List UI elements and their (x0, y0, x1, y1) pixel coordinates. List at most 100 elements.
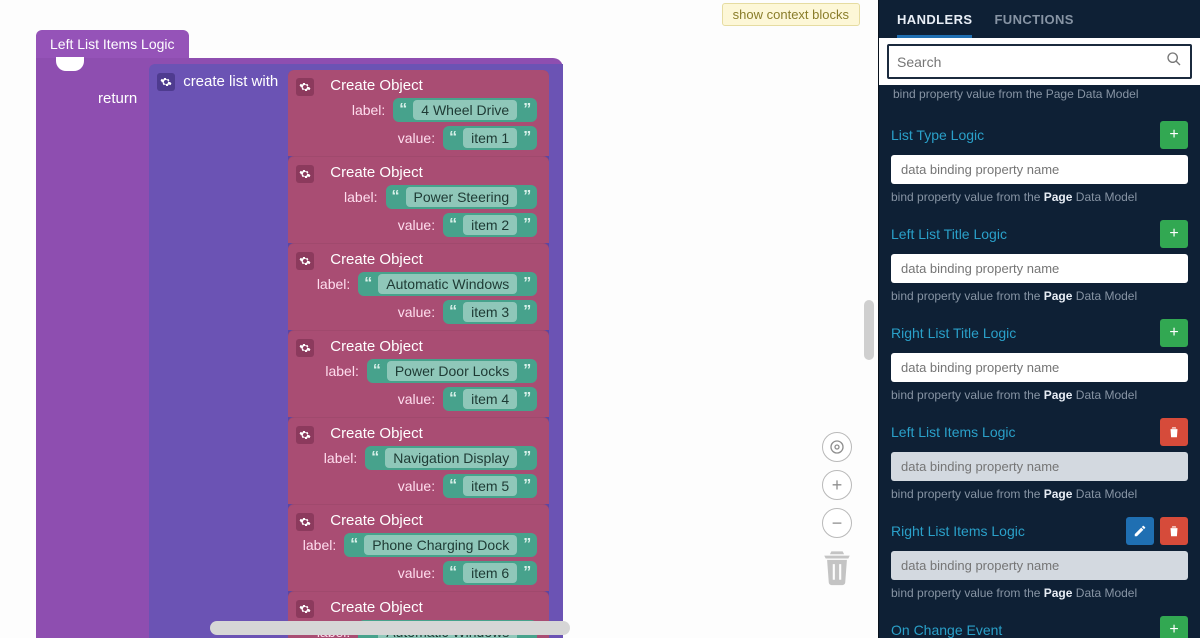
string-block[interactable]: “Power Steering” (386, 185, 538, 209)
horizontal-scrollbar[interactable] (210, 621, 570, 635)
block-stage: Left List Items Logic return create list… (36, 30, 563, 638)
string-block[interactable]: “item 6” (443, 561, 537, 585)
quote-icon: ” (523, 275, 531, 293)
string-block[interactable]: “item 1” (443, 126, 537, 150)
edit-logic-button[interactable] (1126, 517, 1154, 545)
string-block[interactable]: “4 Wheel Drive” (393, 98, 537, 122)
trash-icon[interactable] (820, 547, 854, 592)
binding-input[interactable] (891, 254, 1188, 283)
create-object-label: Create Object (330, 251, 423, 268)
delete-logic-button[interactable] (1160, 418, 1188, 446)
string-block[interactable]: “ Navigation Display ” (365, 446, 537, 470)
recenter-button[interactable] (822, 432, 852, 462)
binding-input[interactable] (891, 353, 1188, 382)
delete-logic-button[interactable] (1160, 517, 1188, 545)
tab-functions[interactable]: FUNCTIONS (994, 8, 1073, 38)
string-block[interactable]: “ item 2 ” (443, 213, 537, 237)
procedure-body[interactable]: return create list with Create Objectlab… (36, 58, 563, 638)
quote-icon: “ (449, 129, 457, 147)
string-value[interactable]: Automatic Windows (378, 274, 517, 294)
group-title[interactable]: List Type Logic (891, 127, 984, 143)
group-list-type: List Type Logic + bind property value fr… (891, 121, 1188, 204)
string-value[interactable]: item 4 (463, 389, 517, 409)
procedure-tab[interactable]: Left List Items Logic (36, 30, 189, 58)
create-object-block[interactable]: Create Objectlabel:“Phone Charging Dock”… (288, 504, 549, 591)
gear-icon[interactable] (296, 600, 314, 618)
canvas-divider[interactable] (864, 300, 874, 360)
string-block[interactable]: “Automatic Windows” (358, 272, 537, 296)
add-logic-button[interactable]: + (1160, 319, 1188, 347)
string-value[interactable]: item 3 (463, 302, 517, 322)
label-key: label: (296, 537, 336, 553)
quote-icon: ” (523, 536, 531, 554)
create-object-label: Create Object (330, 77, 423, 94)
hint-text: bind property value from the Page Data M… (891, 487, 1188, 501)
add-logic-button[interactable]: + (1160, 616, 1188, 638)
string-block[interactable]: “ Power Door Locks ” (367, 359, 537, 383)
tab-handlers[interactable]: HANDLERS (897, 8, 972, 38)
string-block[interactable]: “item 4” (443, 387, 537, 411)
quote-icon: “ (373, 362, 381, 380)
group-left-list-items: Left List Items Logic bind property valu… (891, 418, 1188, 501)
string-value[interactable]: item 5 (463, 476, 517, 496)
quote-icon: “ (449, 303, 457, 321)
string-value[interactable]: Power Door Locks (387, 361, 517, 381)
search-input[interactable] (897, 54, 1166, 70)
gear-icon[interactable] (296, 78, 314, 96)
string-block[interactable]: “item 3” (443, 300, 537, 324)
hint-text: bind property value from the Page Data M… (891, 190, 1188, 204)
gear-icon[interactable] (296, 252, 314, 270)
gear-icon[interactable] (296, 426, 314, 444)
group-title[interactable]: Left List Items Logic (891, 424, 1016, 440)
gear-icon[interactable] (157, 73, 175, 91)
add-logic-button[interactable]: + (1160, 121, 1188, 149)
quote-icon: “ (371, 449, 379, 467)
quote-icon: “ (399, 101, 407, 119)
quote-icon: “ (449, 216, 457, 234)
quote-icon: “ (449, 477, 457, 495)
binding-input[interactable] (891, 155, 1188, 184)
gear-icon[interactable] (296, 339, 314, 357)
group-title[interactable]: Left List Title Logic (891, 226, 1007, 242)
quote-icon: ” (523, 477, 531, 495)
show-context-button[interactable]: show context blocks (722, 3, 860, 26)
zoom-out-button[interactable]: − (822, 508, 852, 538)
right-sidebar: HANDLERS FUNCTIONS bind property value f… (878, 0, 1200, 638)
string-block[interactable]: “ item 5 ” (443, 474, 537, 498)
gear-icon[interactable] (296, 165, 314, 183)
group-title[interactable]: Right List Title Logic (891, 325, 1016, 341)
quote-icon: ” (523, 188, 531, 206)
binding-input[interactable] (891, 551, 1188, 580)
binding-input[interactable] (891, 452, 1188, 481)
quote-icon: ” (523, 362, 531, 380)
string-value[interactable]: Navigation Display (385, 448, 517, 468)
string-value[interactable]: Power Steering (406, 187, 518, 207)
create-list-block[interactable]: create list with Create Objectlabel:“4 W… (149, 64, 563, 638)
return-label: return (36, 58, 149, 638)
string-value[interactable]: Phone Charging Dock (364, 535, 517, 555)
create-object-block[interactable]: Create Objectlabel:“Power Door Locks”val… (288, 330, 549, 417)
group-title[interactable]: On Change Event (891, 622, 1002, 638)
zoom-in-button[interactable]: + (822, 470, 852, 500)
search-box[interactable] (887, 44, 1192, 79)
handlers-panel: bind property value from the Page Data M… (879, 85, 1200, 638)
create-object-block[interactable]: Create Objectlabel:“Navigation Display”v… (288, 417, 549, 504)
create-object-block[interactable]: Create Objectlabel:“Automatic Windows”va… (288, 243, 549, 330)
value-key: value: (395, 130, 435, 146)
string-value[interactable]: 4 Wheel Drive (413, 100, 517, 120)
blockly-canvas[interactable]: show context blocks Left List Items Logi… (0, 0, 878, 638)
string-value[interactable]: item 2 (463, 215, 517, 235)
string-value[interactable]: item 6 (463, 563, 517, 583)
add-logic-button[interactable]: + (1160, 220, 1188, 248)
group-title[interactable]: Right List Items Logic (891, 523, 1025, 539)
string-value[interactable]: item 1 (463, 128, 517, 148)
create-object-block[interactable]: Create Objectlabel:“Power Steering”value… (288, 156, 549, 243)
group-right-list-items: Right List Items Logic bind property val… (891, 517, 1188, 600)
quote-icon: ” (523, 216, 531, 234)
quote-icon: ” (523, 449, 531, 467)
label-key: label: (338, 189, 378, 205)
gear-icon[interactable] (296, 513, 314, 531)
create-object-block[interactable]: Create Objectlabel:“4 Wheel Drive”value:… (288, 70, 549, 156)
string-block[interactable]: “Phone Charging Dock” (344, 533, 537, 557)
quote-icon: “ (449, 564, 457, 582)
